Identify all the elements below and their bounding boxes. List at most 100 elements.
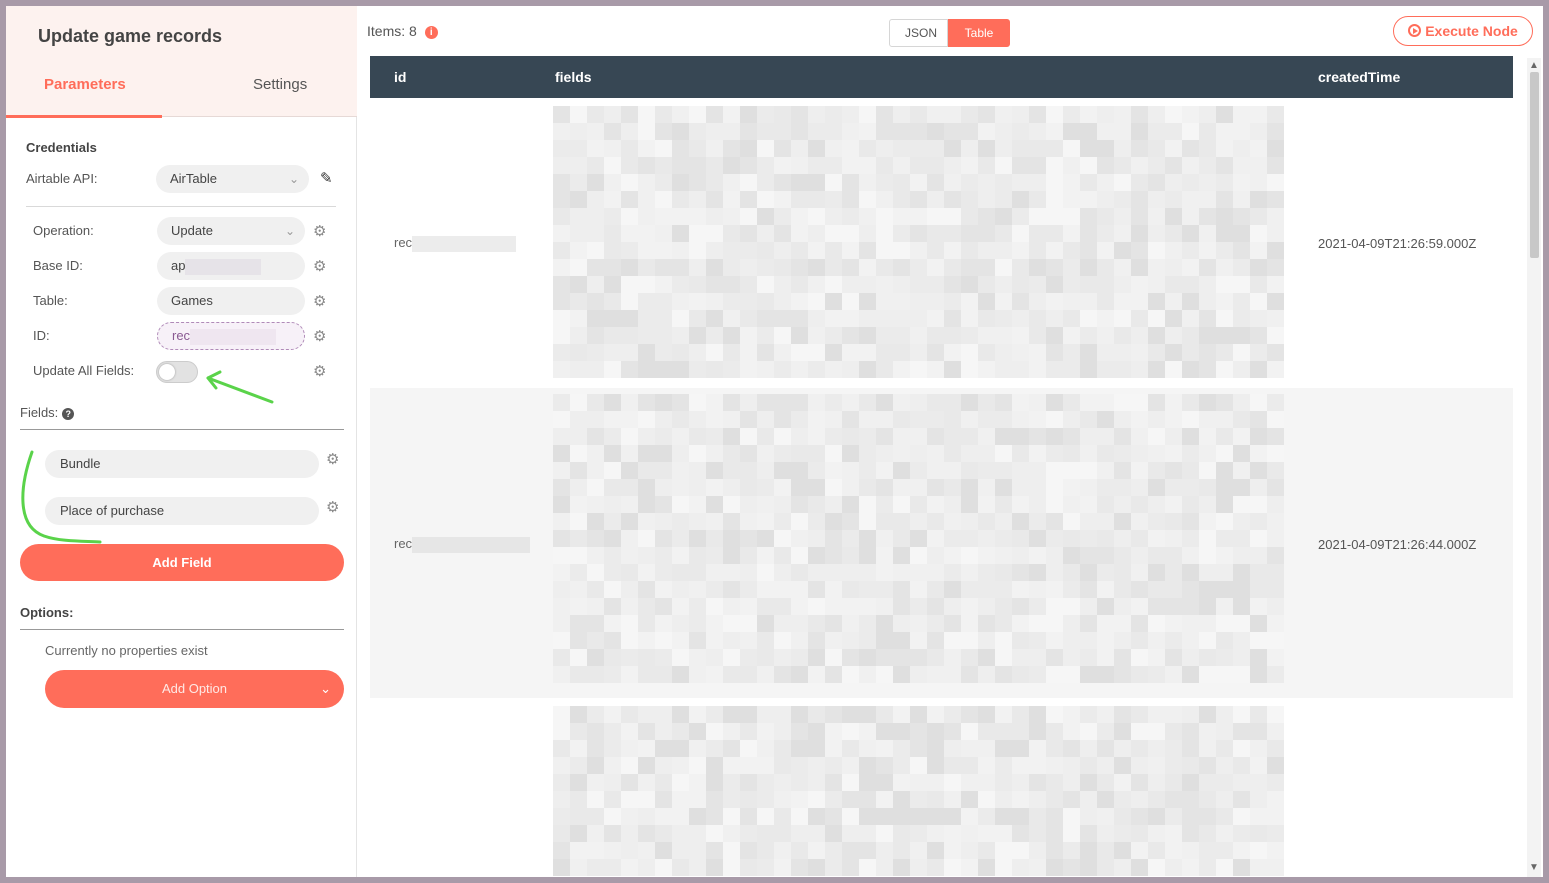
pixel-tile [978,259,995,276]
pixel-tile [842,327,859,344]
id-input[interactable]: rec [157,322,305,350]
pixel-tile [978,547,995,564]
view-table-button[interactable]: Table [948,19,1010,47]
pencil-icon[interactable]: ✎ [320,169,333,187]
tab-parameters[interactable]: Parameters [44,76,126,93]
field-input-place-of-purchase[interactable]: Place of purchase [45,497,319,525]
pixel-tile [1114,757,1131,774]
pixel-tile [740,327,757,344]
gear-icon[interactable]: ⚙ [313,362,326,380]
add-field-button[interactable]: Add Field [20,544,344,581]
table-row [370,698,1513,877]
vertical-scrollbar[interactable]: ▲ ▼ [1527,58,1541,877]
pixel-tile [961,615,978,632]
gear-icon[interactable]: ⚙ [326,450,339,468]
pixel-tile [1012,344,1029,361]
base-id-input[interactable]: ap [157,252,305,280]
pixel-tile [1063,666,1080,683]
pixel-tile [757,598,774,615]
pixel-tile [1131,445,1148,462]
pixel-tile [1148,496,1165,513]
update-all-fields-toggle[interactable] [156,361,198,383]
pixel-tile [757,310,774,327]
pixel-tile [961,310,978,327]
pixel-tile [740,428,757,445]
pixel-tile [1080,632,1097,649]
add-option-button[interactable]: Add Option ⌄ [45,670,344,708]
operation-select[interactable]: Update ⌄ [157,217,305,245]
pixel-tile [587,462,604,479]
node-title[interactable]: Update game records [38,26,222,47]
pixel-tile [978,706,995,723]
pixel-tile [672,513,689,530]
help-icon[interactable]: ? [62,407,75,420]
pixel-tile [1267,394,1284,411]
column-header-id[interactable]: id [394,69,406,85]
pixel-tile [587,666,604,683]
gear-icon[interactable]: ⚙ [313,222,326,240]
execute-node-button[interactable]: Execute Node [1393,16,1533,46]
pixel-tile [621,361,638,378]
scroll-up-icon[interactable]: ▲ [1529,60,1539,71]
pixel-tile [1250,859,1267,876]
pixel-tile [927,825,944,842]
pixel-tile [621,598,638,615]
pixel-tile [723,174,740,191]
pixel-tile [1097,157,1114,174]
info-icon[interactable]: i [424,26,438,39]
table-input[interactable]: Games [157,287,305,315]
pixel-tile [1131,344,1148,361]
pixel-tile [740,598,757,615]
airtable-credential-select[interactable]: AirTable ⌄ [156,165,309,193]
pixel-tile [570,496,587,513]
pixel-tile [876,479,893,496]
pixel-tile [774,123,791,140]
column-header-createdtime[interactable]: createdTime [1318,69,1400,85]
field-input-bundle[interactable]: Bundle [45,450,319,478]
pixel-tile [791,791,808,808]
pixel-tile [689,757,706,774]
gear-icon[interactable]: ⚙ [313,327,326,345]
pixel-tile [978,276,995,293]
pixel-tile [774,344,791,361]
column-header-fields[interactable]: fields [555,69,592,85]
pixel-tile [1250,394,1267,411]
pixel-tile [1080,825,1097,842]
pixel-tile [927,757,944,774]
gear-icon[interactable]: ⚙ [313,292,326,310]
pixel-tile [1199,191,1216,208]
scroll-down-icon[interactable]: ▼ [1529,862,1539,873]
pixel-tile [978,394,995,411]
tab-settings[interactable]: Settings [253,76,307,93]
scroll-thumb[interactable] [1530,72,1539,258]
pixel-tile [757,208,774,225]
gear-icon[interactable]: ⚙ [313,257,326,275]
pixel-tile [553,774,570,791]
pixel-tile [638,740,655,757]
pixel-tile [1267,157,1284,174]
pixel-tile [672,123,689,140]
pixel-tile [927,157,944,174]
pixel-tile [604,445,621,462]
pixel-tile [1165,310,1182,327]
pixel-tile [655,479,672,496]
pixel-tile [961,123,978,140]
pixel-tile [842,106,859,123]
gear-icon[interactable]: ⚙ [326,498,339,516]
pixel-tile [1182,191,1199,208]
pixel-tile [1063,842,1080,859]
view-json-button[interactable]: JSON [889,19,948,47]
pixel-tile [961,140,978,157]
pixel-tile [944,740,961,757]
pixel-tile [1233,649,1250,666]
pixel-tile [740,191,757,208]
pixel-tile [553,808,570,825]
pixel-tile [1114,859,1131,876]
pixel-tile [1250,411,1267,428]
pixel-tile [825,259,842,276]
pixel-tile [723,723,740,740]
pixel-tile [1233,723,1250,740]
pixel-tile [1165,157,1182,174]
pixel-tile [638,225,655,242]
pixel-tile [1080,513,1097,530]
